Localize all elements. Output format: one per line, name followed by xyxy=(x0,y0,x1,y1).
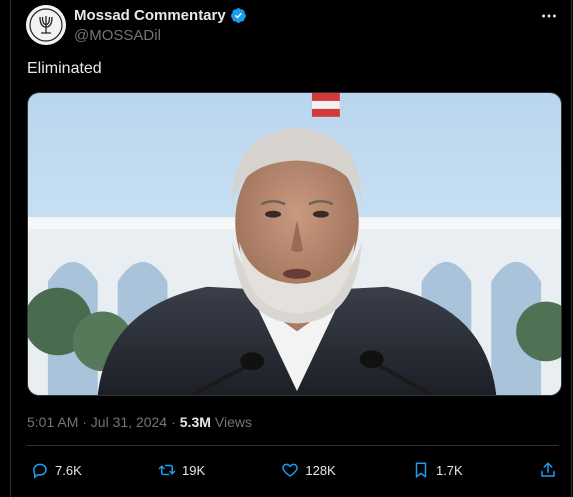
like-button[interactable]: 128K xyxy=(281,461,336,479)
verified-badge-icon xyxy=(230,7,247,24)
tweet-text: Eliminated xyxy=(27,60,102,77)
mossad-emblem-icon xyxy=(26,5,66,45)
more-icon[interactable] xyxy=(539,6,559,26)
repost-count: 19K xyxy=(181,462,206,478)
bookmark-icon xyxy=(415,462,427,478)
divider xyxy=(27,445,559,446)
repost-button[interactable]: 19K xyxy=(158,461,205,479)
reply-icon xyxy=(33,463,47,479)
heart-icon xyxy=(282,463,299,477)
share-icon xyxy=(541,462,555,477)
meta-separator: · xyxy=(171,414,176,430)
post-container: Mossad Commentary @MOSSADil Eliminated 5… xyxy=(10,0,572,497)
media-image[interactable] xyxy=(27,92,562,396)
share-button[interactable] xyxy=(539,461,557,479)
views-label: Views xyxy=(214,414,252,430)
repost-icon xyxy=(158,464,176,476)
author-row: Mossad Commentary xyxy=(74,7,247,24)
views-count: 5.3M xyxy=(179,414,211,430)
reply-count: 7.6K xyxy=(55,462,82,478)
bookmark-count: 1.7K xyxy=(435,462,463,478)
like-count: 128K xyxy=(305,462,336,478)
bookmark-button[interactable]: 1.7K xyxy=(412,461,463,479)
timestamp[interactable]: 5:01 AM · Jul 31, 2024 xyxy=(27,414,167,430)
author-name[interactable]: Mossad Commentary xyxy=(74,7,226,24)
author-handle[interactable]: @MOSSADil xyxy=(74,27,161,44)
action-bar: 7.6K 19K 128K 1.7K xyxy=(31,459,557,481)
avatar[interactable] xyxy=(26,5,66,45)
reply-button[interactable]: 7.6K xyxy=(31,461,82,479)
tweet-meta: 5:01 AM · Jul 31, 2024 · 5.3M Views xyxy=(27,414,252,430)
